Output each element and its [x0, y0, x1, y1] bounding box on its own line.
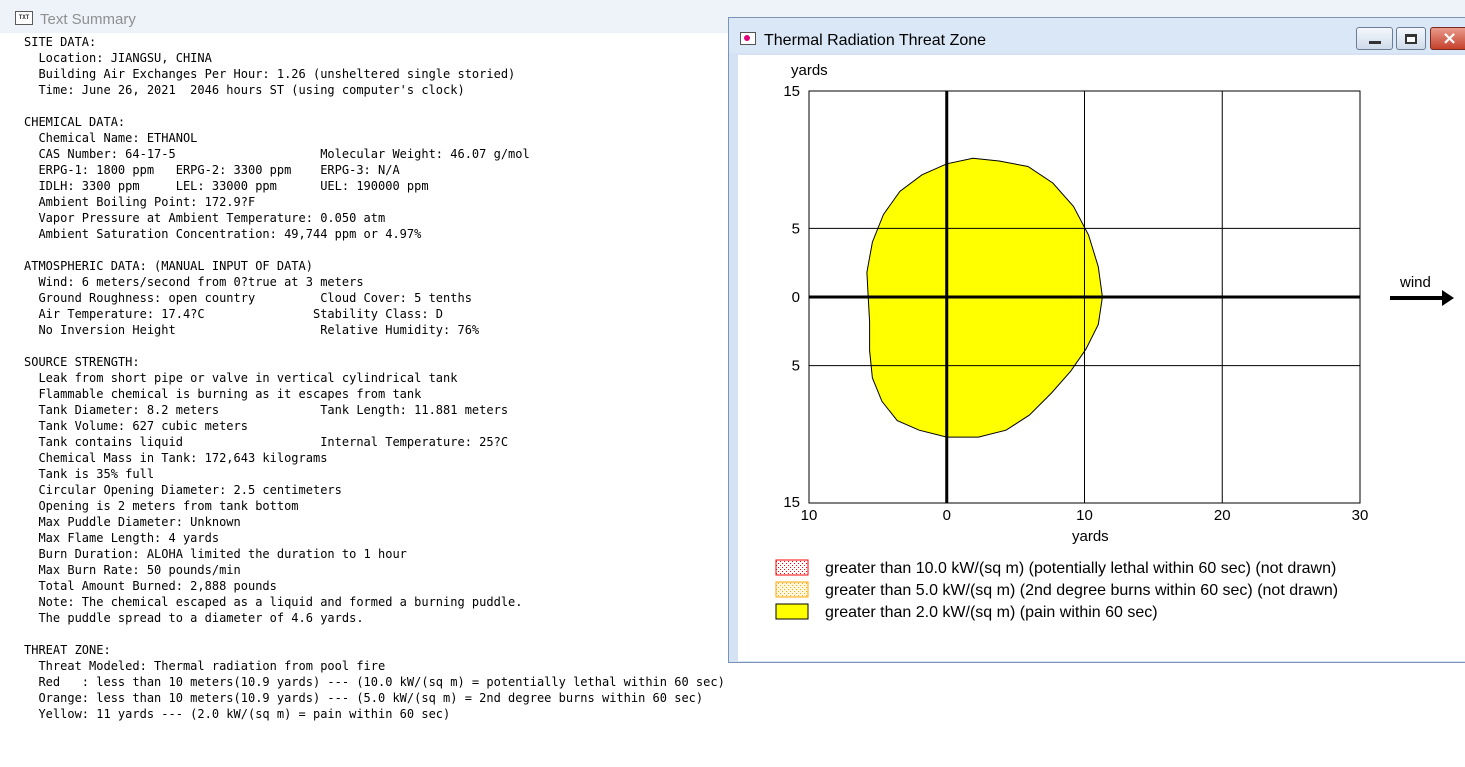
legend-label: greater than 5.0 kW/(sq m) (2nd degree b…	[825, 582, 1338, 599]
x-tick-label: 10	[1076, 507, 1093, 524]
summary-line: Tank Volume: 627 cubic meters	[24, 419, 248, 433]
summary-line: Chemical Mass in Tank: 172,643 kilograms	[24, 451, 328, 465]
summary-line: The puddle spread to a diameter of 4.6 y…	[24, 611, 364, 625]
summary-line: Tank contains liquid Internal Temperatur…	[24, 435, 509, 449]
legend-label: greater than 2.0 kW/(sq m) (pain within …	[825, 604, 1158, 621]
summary-line: Building Air Exchanges Per Hour: 1.26 (u…	[24, 67, 516, 81]
summary-line: Burn Duration: ALOHA limited the duratio…	[24, 547, 407, 561]
summary-line: Threat Modeled: Thermal radiation from p…	[24, 659, 386, 673]
summary-line: IDLH: 3300 ppm LEL: 33000 ppm UEL: 19000…	[24, 179, 429, 193]
maximize-button[interactable]	[1396, 27, 1426, 50]
summary-line: Note: The chemical escaped as a liquid a…	[24, 595, 523, 609]
summary-line: Flammable chemical is burning as it esca…	[24, 387, 422, 401]
summary-line: Ambient Boiling Point: 172.9?F	[24, 195, 256, 209]
text-summary-icon: TXT	[15, 11, 33, 25]
summary-line: Circular Opening Diameter: 2.5 centimete…	[24, 483, 342, 497]
x-tick-label: 0	[943, 507, 951, 524]
summary-line: THREAT ZONE:	[24, 643, 111, 657]
legend-label: greater than 10.0 kW/(sq m) (potentially…	[825, 560, 1336, 577]
summary-line: Tank is 35% full	[24, 467, 155, 481]
summary-line: Air Temperature: 17.4?C Stability Class:…	[24, 307, 444, 321]
summary-line	[24, 338, 724, 354]
legend-swatch	[775, 603, 809, 620]
legend-swatch	[775, 559, 809, 576]
summary-line: Max Puddle Diameter: Unknown	[24, 515, 241, 529]
summary-line: Vapor Pressure at Ambient Temperature: 0…	[24, 211, 386, 225]
summary-line: Ground Roughness: open country Cloud Cov…	[24, 291, 472, 305]
summary-line: No Inversion Height Relative Humidity: 7…	[24, 323, 480, 337]
summary-line: Chemical Name: ETHANOL	[24, 131, 198, 145]
summary-line: CAS Number: 64-17-5 Molecular Weight: 46…	[24, 147, 530, 161]
close-button[interactable]: ×	[1430, 27, 1465, 50]
summary-line: Leak from short pipe or valve in vertica…	[24, 371, 458, 385]
summary-line: Max Burn Rate: 50 pounds/min	[24, 563, 241, 577]
threat-zone-titlebar[interactable]: Thermal Radiation Threat Zone ×	[729, 18, 1465, 53]
summary-line: Tank Diameter: 8.2 meters Tank Length: 1…	[24, 403, 509, 417]
summary-line: Wind: 6 meters/second from 0?true at 3 m…	[24, 275, 364, 289]
threat-zone-window: Thermal Radiation Threat Zone × 10 0 10 …	[728, 17, 1465, 663]
summary-line: Max Flame Length: 4 yards	[24, 531, 220, 545]
legend-swatch	[775, 581, 809, 598]
wind-label: wind	[1399, 274, 1431, 291]
summary-line: Time: June 26, 2021 2046 hours ST (using…	[24, 83, 465, 97]
summary-line	[24, 242, 724, 258]
x-tick-label: 20	[1214, 507, 1231, 524]
summary-line: Ambient Saturation Concentration: 49,744…	[24, 227, 422, 241]
text-summary-body: SITE DATA: Location: JIANGSU, CHINA Buil…	[24, 34, 725, 722]
minimize-button[interactable]	[1356, 27, 1393, 50]
y-tick-label: 5	[792, 220, 800, 237]
x-axis-label: yards	[1072, 528, 1109, 545]
threat-zone-app-icon	[740, 32, 756, 45]
summary-line: ATMOSPHERIC DATA: (MANUAL INPUT OF DATA)	[24, 259, 313, 273]
summary-line: Orange: less than 10 meters(10.9 yards) …	[24, 691, 704, 705]
threat-zone-chart: 10 0 10 20 30 15 5 0 5 15 yards yards wind greate…	[775, 62, 1454, 621]
summary-line: ERPG-1: 1800 ppm ERPG-2: 3300 ppm ERPG-3…	[24, 163, 400, 177]
wind-arrow-icon	[1442, 290, 1454, 306]
y-tick-label: 0	[792, 289, 800, 306]
y-tick-label: 5	[792, 358, 800, 375]
x-tick-label: 10	[801, 507, 818, 524]
summary-line: SOURCE STRENGTH:	[24, 355, 140, 369]
wind-indicator: wind	[1390, 274, 1454, 306]
y-axis-label: yards	[791, 62, 828, 79]
summary-line: Yellow: 11 yards --- (2.0 kW/(sq m) = pa…	[24, 707, 451, 721]
summary-line: Red : less than 10 meters(10.9 yards) --…	[24, 675, 725, 689]
text-summary-title: Text Summary	[40, 11, 136, 28]
summary-line: CHEMICAL DATA:	[24, 115, 126, 129]
summary-line: Total Amount Burned: 2,888 pounds	[24, 579, 277, 593]
threat-zone-title: Thermal Radiation Threat Zone	[764, 32, 987, 49]
summary-line: Opening is 2 meters from tank bottom	[24, 499, 299, 513]
summary-line: SITE DATA:	[24, 35, 97, 49]
threat-zone-plot-area: 10 0 10 20 30 15 5 0 5 15 yards yards wind greate…	[738, 55, 1465, 661]
x-tick-label: 30	[1352, 507, 1369, 524]
summary-line	[24, 98, 724, 114]
summary-line: Location: JIANGSU, CHINA	[24, 51, 212, 65]
summary-line	[24, 626, 724, 642]
y-tick-label: 15	[783, 83, 800, 100]
y-tick-label: 15	[783, 494, 800, 511]
